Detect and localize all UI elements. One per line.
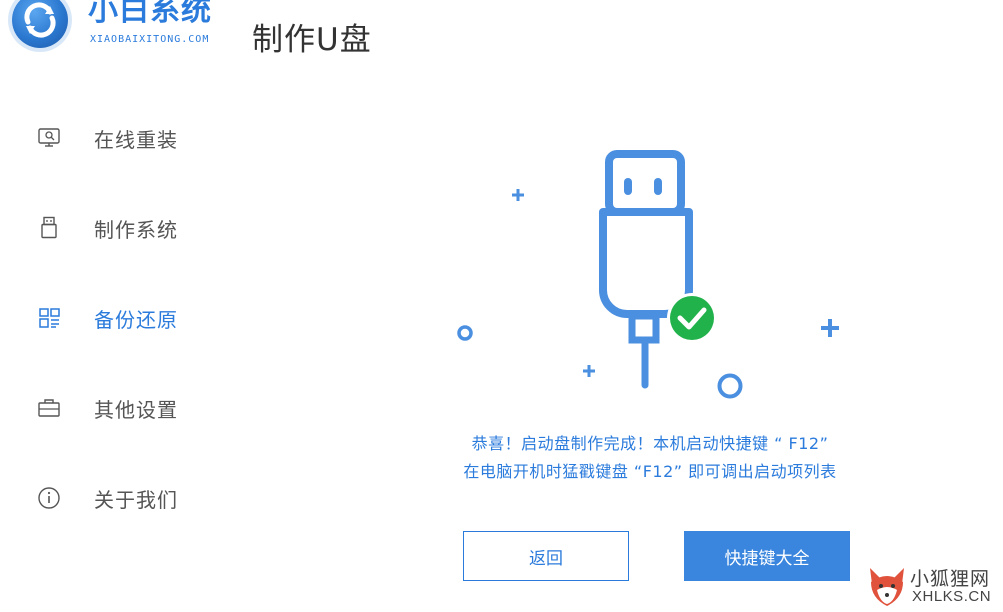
sidebar-item-about-us[interactable]: 关于我们	[36, 478, 236, 518]
usb-cable-icon	[599, 150, 693, 389]
sidebar-item-other-settings[interactable]: 其他设置	[36, 388, 236, 428]
sidebar-item-label: 在线重装	[94, 127, 178, 152]
ring-icon	[717, 373, 743, 399]
watermark: 小狐狸网 XHLKS.CN	[864, 562, 1003, 612]
fox-logo-icon	[870, 568, 904, 606]
success-message: 恭喜！启动盘制作完成！本机启动快捷键 “ F12”	[471, 434, 829, 453]
brand-name: 小白系统	[88, 0, 212, 28]
watermark-domain: XHLKS.CN	[912, 588, 992, 605]
plus-icon	[583, 365, 595, 377]
ring-icon	[457, 325, 473, 341]
brand-subtitle: XIAOBAIXITONG.COM	[90, 34, 210, 45]
watermark-text: 小狐狸网	[910, 568, 991, 590]
info-icon	[36, 486, 68, 510]
sidebar-item-label: 其他设置	[94, 397, 178, 422]
usb-drive-icon	[36, 216, 68, 240]
sidebar-item-label: 备份还原	[94, 307, 178, 332]
shortcut-keys-button[interactable]: 快捷键大全	[684, 531, 850, 581]
logo-icon	[12, 0, 68, 48]
sidebar-item-label: 制作系统	[94, 217, 178, 242]
hint-message: 在电脑开机时猛戳键盘 “F12” 即可调出启动项列表	[463, 462, 837, 481]
briefcase-icon	[36, 396, 68, 420]
sidebar-item-make-system[interactable]: 制作系统	[36, 208, 236, 248]
plus-icon	[821, 319, 839, 337]
monitor-icon	[36, 126, 68, 150]
back-button[interactable]: 返回	[463, 531, 629, 581]
sidebar-item-backup-restore[interactable]: 备份还原	[36, 298, 236, 338]
sidebar-item-online-reinstall[interactable]: 在线重装	[36, 118, 236, 158]
app-logo: 小白系统 XIAOBAIXITONG.COM	[8, 0, 238, 60]
page-title: 制作U盘	[252, 22, 372, 58]
plus-icon	[512, 189, 524, 201]
usb-success-illustration	[457, 150, 839, 399]
sidebar-item-label: 关于我们	[94, 487, 178, 512]
grid-icon	[36, 306, 68, 330]
check-icon	[667, 293, 717, 343]
